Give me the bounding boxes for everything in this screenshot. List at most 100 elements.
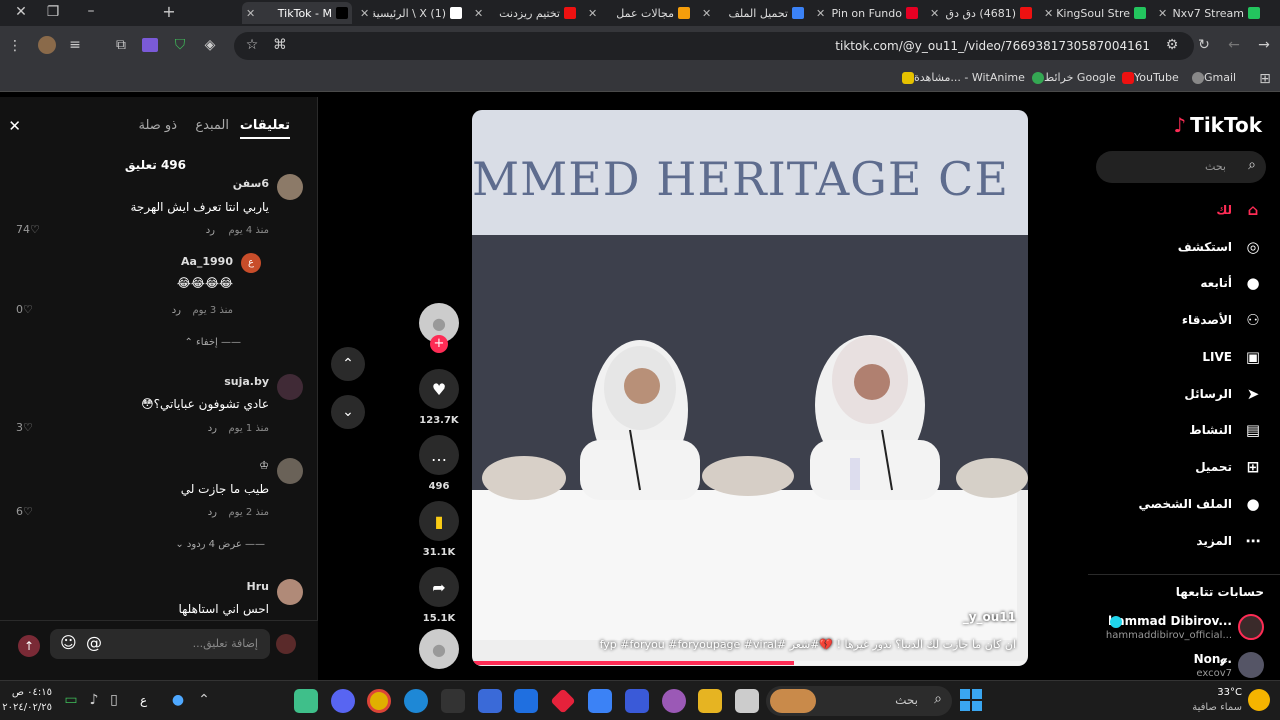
sidebar-item-7[interactable]: ▤ النشاط: [1189, 417, 1264, 443]
network-icon[interactable]: ▯: [106, 692, 122, 708]
emoji-icon[interactable]: ☺: [60, 633, 77, 652]
tray-chevron-icon[interactable]: ⌃: [196, 692, 212, 708]
video-author[interactable]: _y_ou11: [963, 610, 1016, 624]
mail-icon[interactable]: [588, 689, 612, 713]
app-icon-2[interactable]: [478, 689, 502, 713]
search-icon[interactable]: ⌕: [1248, 157, 1256, 173]
reply-link[interactable]: رد: [208, 423, 217, 434]
reply-link[interactable]: رد: [206, 225, 215, 236]
tab-creator[interactable]: المبدع: [195, 118, 229, 133]
sidebar-item-3[interactable]: ● أتابعه: [1200, 270, 1264, 296]
sidebar-item-10[interactable]: ⋯ المزيد: [1196, 528, 1264, 554]
battery-icon[interactable]: ▭: [62, 692, 80, 708]
extensions-icon[interactable]: ⧉: [112, 37, 130, 53]
search-input[interactable]: ⌕ بحث: [1096, 151, 1266, 183]
creator-avatar[interactable]: ● +: [418, 303, 460, 353]
reply-link[interactable]: رد: [172, 305, 181, 316]
bookmark-maps[interactable]: خرائط Google: [1028, 71, 1116, 84]
bookmark-witanime[interactable]: مشاهدة... - WitAnime: [898, 71, 1025, 84]
tab-close-icon[interactable]: ✕: [360, 7, 369, 20]
previous-video-button[interactable]: ⌃: [331, 347, 365, 381]
comment-input[interactable]: إضافة تعليق... ☺ @: [50, 629, 270, 659]
chrome-icon[interactable]: [367, 689, 391, 713]
tab-close-icon[interactable]: ✕: [588, 7, 597, 20]
volume-icon[interactable]: ♪: [86, 692, 102, 708]
following-name[interactable]: hammad Dibirov...: [1108, 614, 1232, 628]
app-icon-3[interactable]: [550, 688, 576, 714]
avatar-badge[interactable]: ع: [241, 253, 261, 273]
browser-tab[interactable]: Nxv7 Stream ✕: [1154, 2, 1264, 24]
browser-tab[interactable]: Pin on Fundo ✕: [812, 2, 922, 24]
reload-icon[interactable]: ↻: [1196, 37, 1212, 53]
tab-close-icon[interactable]: ✕: [474, 7, 483, 20]
sidebar-item-8[interactable]: ⊞ تحميل: [1195, 454, 1264, 480]
sidebar-item-1[interactable]: ⌂ لك: [1216, 197, 1264, 223]
new-tab-icon[interactable]: +: [154, 2, 184, 21]
sidebar-item-2[interactable]: ◎ استكشف: [1178, 234, 1264, 260]
avatar[interactable]: [277, 374, 303, 400]
url-field[interactable]: ☆ ⌘ tiktok.com/@y_ou11_/video/7669381730…: [234, 32, 1194, 60]
tab-close-icon[interactable]: ✕: [816, 7, 825, 20]
menu-icon[interactable]: ⋮: [8, 38, 22, 54]
file-explorer-icon[interactable]: [698, 689, 722, 713]
tab-comments[interactable]: تعليقات: [239, 118, 290, 139]
comment-username[interactable]: ♔: [259, 459, 269, 472]
tab-close-icon[interactable]: ✕: [1158, 7, 1167, 20]
comment-username[interactable]: Hru: [247, 580, 269, 593]
microphone-icon[interactable]: ●: [170, 692, 186, 708]
like-count[interactable]: 6♡: [16, 505, 33, 518]
browser-tab[interactable]: تحميل الملف ✕: [698, 2, 808, 24]
browser-tab[interactable]: تختيم ريزدنت ✕: [470, 2, 580, 24]
store-icon[interactable]: [625, 689, 649, 713]
close-comments-icon[interactable]: ✕: [8, 117, 21, 135]
sidebar-item-6[interactable]: ➤ الرسائل: [1184, 381, 1264, 407]
browser-tab[interactable]: (1) X \ الرئيسية ✕: [356, 2, 466, 24]
apps-grid-icon[interactable]: ⊞: [1258, 71, 1272, 87]
tab-close-icon[interactable]: ✕: [702, 7, 711, 20]
bookmark-star-icon[interactable]: ☆: [244, 37, 260, 53]
extension-icon[interactable]: [142, 38, 158, 52]
app-icon-1[interactable]: [294, 689, 318, 713]
save-button[interactable]: ▮ 31.1K: [418, 501, 460, 558]
avatar[interactable]: [277, 458, 303, 484]
mention-icon[interactable]: @: [86, 633, 102, 652]
shield-icon[interactable]: ⛉: [172, 37, 188, 53]
following-avatar[interactable]: [1238, 614, 1264, 640]
back-icon[interactable]: →: [1256, 37, 1272, 53]
browser-tab[interactable]: مجالات عمل ✕: [584, 2, 694, 24]
like-button[interactable]: ♥ 123.7K: [418, 369, 460, 426]
like-count[interactable]: 0♡: [16, 303, 33, 316]
sidebar-item-5[interactable]: ▣ LIVE: [1202, 344, 1264, 370]
reply-link[interactable]: رد: [208, 507, 217, 518]
video-player[interactable]: MMED HERITAGE CE _y_ou11 ان كان ما جازت …: [472, 110, 1028, 666]
translate-icon[interactable]: ⌘: [272, 37, 288, 53]
language-indicator[interactable]: ع: [140, 693, 147, 707]
avatar[interactable]: [277, 174, 303, 200]
weather-widget[interactable]: 33°C سماء صافية: [1192, 685, 1242, 715]
tab-close-icon[interactable]: ✕: [1044, 7, 1053, 20]
avatar[interactable]: [277, 579, 303, 605]
dropbox-icon[interactable]: [514, 689, 538, 713]
copilot-icon[interactable]: [662, 689, 686, 713]
windows-start-icon[interactable]: [960, 689, 982, 711]
tab-close-icon[interactable]: ✕: [930, 7, 939, 20]
tiktok-logo[interactable]: ♪ TikTok: [1173, 113, 1262, 137]
tab-close-icon[interactable]: ✕: [246, 7, 255, 20]
progress-track[interactable]: [472, 661, 1028, 665]
following-avatar[interactable]: [1238, 652, 1264, 678]
comment-username[interactable]: 6سفن: [233, 177, 269, 190]
profile-avatar-icon[interactable]: [38, 36, 56, 54]
share-button[interactable]: ➦ 15.1K: [418, 567, 460, 624]
like-count[interactable]: 74♡: [16, 223, 40, 236]
browser-tab[interactable]: KingSoul Stre ✕: [1040, 2, 1150, 24]
following-name[interactable]: Non𝓰.: [1194, 652, 1232, 667]
next-video-button[interactable]: ⌄: [331, 395, 365, 429]
tab-related[interactable]: ذو صلة: [138, 118, 177, 133]
minimize-window-icon[interactable]: –: [76, 3, 106, 19]
close-window-icon[interactable]: ✕: [6, 4, 36, 20]
like-count[interactable]: 3♡: [16, 421, 33, 434]
browser-tab[interactable]: (4681) دق دق ✕: [926, 2, 1036, 24]
hide-replies-link[interactable]: —— إخفاء ⌃: [184, 337, 241, 348]
send-icon[interactable]: ↑: [18, 635, 40, 657]
browser-tab[interactable]: TikTok - M ✕: [242, 2, 352, 24]
